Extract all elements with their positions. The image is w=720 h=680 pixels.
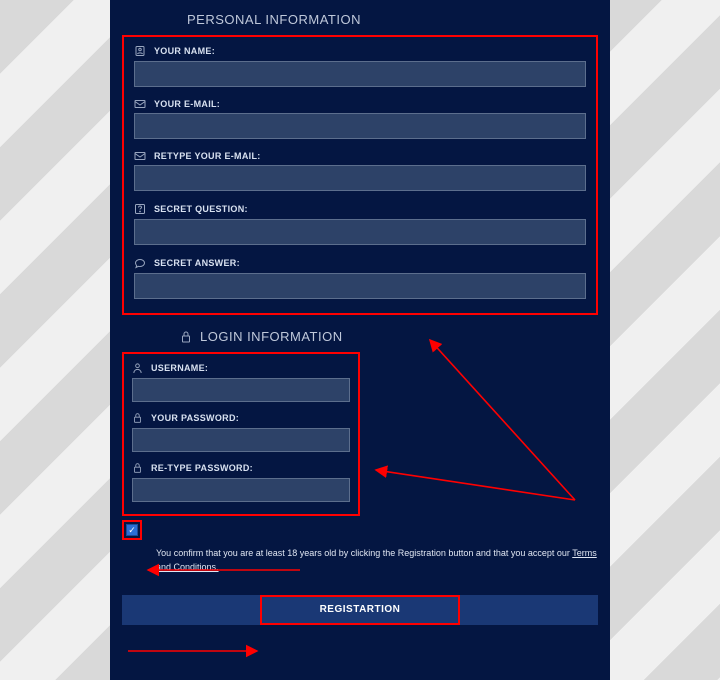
secret-answer-input[interactable] — [134, 273, 586, 299]
registration-button[interactable]: REGISTARTION — [260, 595, 460, 625]
login-info-section: LOGIN INFORMATION USERNAME: YOUR PASSWOR… — [122, 329, 598, 625]
registration-panel: PERSONAL INFORMATION YOUR NAME: YOUR E-M… — [110, 0, 610, 680]
retype-password-field: RE-TYPE PASSWORD: — [132, 462, 350, 502]
speech-icon — [134, 257, 146, 269]
age-confirm-checkbox[interactable]: ✓ — [126, 524, 138, 536]
your-name-label: YOUR NAME: — [134, 45, 586, 57]
your-email-field: YOUR E-MAIL: — [134, 99, 586, 139]
retype-email-input[interactable] — [134, 165, 586, 191]
envelope-icon — [134, 151, 146, 161]
personal-info-highlight-box: YOUR NAME: YOUR E-MAIL: RETYPE YOUR E-MA… — [122, 35, 598, 315]
your-name-field: YOUR NAME: — [134, 45, 586, 87]
retype-password-input[interactable] — [132, 478, 350, 502]
your-name-input[interactable] — [134, 61, 586, 87]
your-email-input[interactable] — [134, 113, 586, 139]
secret-question-input[interactable] — [134, 219, 586, 245]
password-label: YOUR PASSWORD: — [132, 412, 350, 424]
user-icon — [132, 362, 143, 374]
lock-icon — [132, 412, 143, 424]
confirm-row: ✓ — [122, 520, 598, 540]
secret-answer-label: SECRET ANSWER: — [134, 257, 586, 269]
your-email-label: YOUR E-MAIL: — [134, 99, 586, 109]
secret-question-field: SECRET QUESTION: — [134, 203, 586, 245]
personal-info-title-text: PERSONAL INFORMATION — [187, 12, 361, 27]
checkbox-highlight: ✓ — [122, 520, 142, 540]
login-info-title: LOGIN INFORMATION — [180, 329, 598, 344]
username-field: USERNAME: — [132, 362, 350, 402]
question-icon — [134, 203, 146, 215]
person-icon — [134, 45, 146, 57]
personal-info-title: PERSONAL INFORMATION — [187, 12, 598, 27]
retype-email-field: RETYPE YOUR E-MAIL: — [134, 151, 586, 191]
lock-icon — [180, 330, 192, 344]
secret-answer-field: SECRET ANSWER: — [134, 257, 586, 299]
envelope-icon — [134, 99, 146, 109]
password-input[interactable] — [132, 428, 350, 452]
secret-question-label: SECRET QUESTION: — [134, 203, 586, 215]
retype-email-label: RETYPE YOUR E-MAIL: — [134, 151, 586, 161]
username-input[interactable] — [132, 378, 350, 402]
retype-password-label: RE-TYPE PASSWORD: — [132, 462, 350, 474]
register-bar: REGISTARTION — [122, 595, 598, 625]
confirm-text: You confirm that you are at least 18 yea… — [156, 546, 604, 575]
password-field: YOUR PASSWORD: — [132, 412, 350, 452]
lock-icon — [132, 462, 143, 474]
login-info-title-text: LOGIN INFORMATION — [200, 329, 343, 344]
username-label: USERNAME: — [132, 362, 350, 374]
login-info-highlight-box: USERNAME: YOUR PASSWORD: RE-TYPE PASSWOR… — [122, 352, 360, 516]
